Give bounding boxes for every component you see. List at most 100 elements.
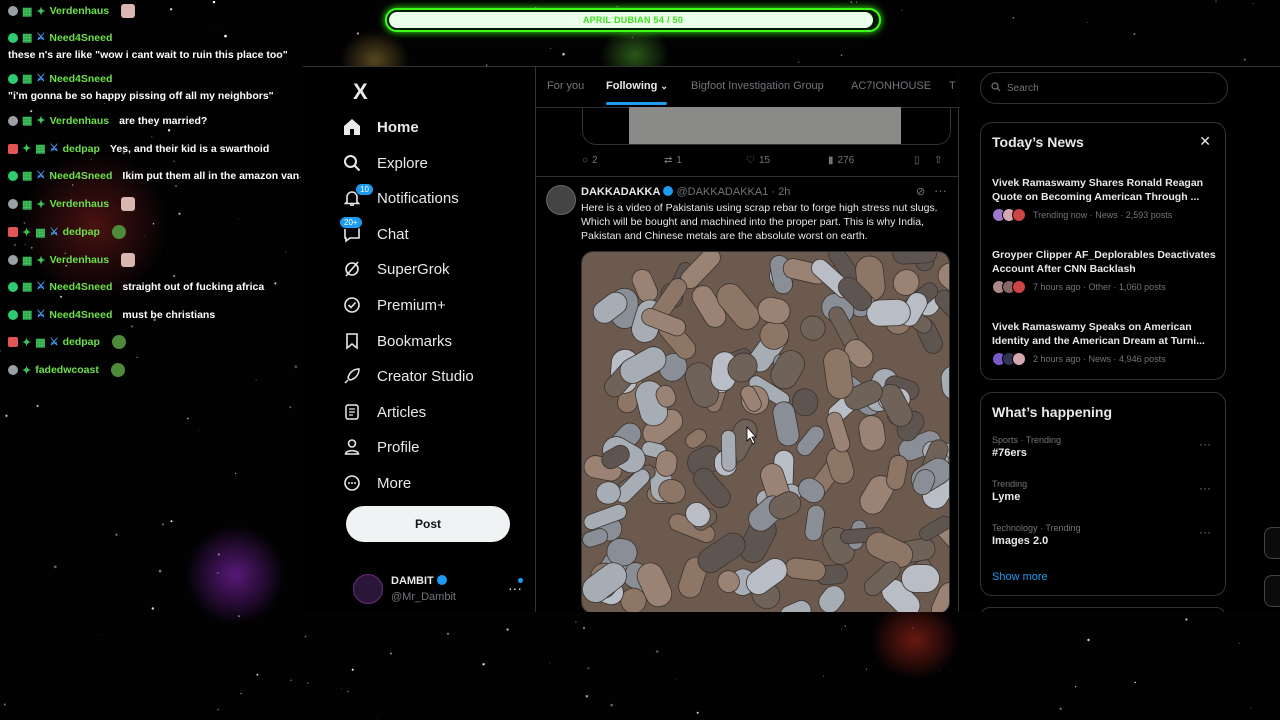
show-more-link[interactable]: Show more: [992, 571, 1048, 583]
account-switcher[interactable]: DAMBIT @Mr_Dambit ···: [353, 570, 533, 610]
tab-actionhouse[interactable]: AC7IONHOUSE: [851, 80, 931, 92]
sparkle-badge-icon: ✦: [22, 336, 32, 349]
trend-more-icon[interactable]: ···: [1199, 525, 1211, 539]
previous-tweet-media[interactable]: [582, 107, 951, 145]
star: [446, 632, 450, 635]
x-logo[interactable]: X: [353, 79, 368, 105]
star: [1087, 638, 1090, 642]
nav-explore[interactable]: Explore: [343, 147, 428, 179]
like-button[interactable]: ♡ 15: [746, 152, 828, 168]
emote-badge-icon: ▦: [22, 73, 33, 85]
chat-message-header: ✦ ▦ ⚔ dedpap: [8, 142, 100, 155]
trend-item[interactable]: Trending Lyme ···: [992, 479, 1217, 503]
nav-articles[interactable]: Articles: [343, 396, 426, 428]
avatar-stack: [992, 352, 1026, 366]
tweet-author-name[interactable]: DAKKADAKKA: [581, 186, 660, 198]
nav-profile[interactable]: Profile: [343, 431, 420, 463]
trend-category: Sports · Trending: [992, 435, 1062, 445]
stream-chat: ▦ ✦ Verdenhaus ▦ ⚔ Need4Sneed these n's are li…: [0, 0, 300, 400]
nav-label: Home: [377, 118, 419, 136]
subscriber-badge-icon: [8, 309, 18, 320]
emote-badge-icon: ▦: [35, 143, 46, 155]
face-emote-icon: [121, 4, 136, 18]
home-icon: [343, 118, 377, 136]
chat-message-header: ✦ ▦ ⚔ dedpap: [8, 226, 100, 239]
grok-floating-icon[interactable]: [1264, 527, 1280, 559]
rocket-icon: [343, 367, 377, 385]
sword-badge-icon: ⚔: [36, 73, 46, 84]
nav-more[interactable]: More: [343, 467, 411, 499]
chat-username: Need4Sneed: [49, 31, 113, 44]
close-icon[interactable]: ✕: [1199, 133, 1211, 150]
chevron-down-icon: ⌄: [660, 81, 668, 91]
emote-badge-icon: ▦: [22, 32, 33, 44]
star: [1250, 707, 1252, 709]
nav-notifications[interactable]: 10 Notifications: [343, 182, 459, 214]
chat-username: Need4Sneed: [49, 169, 113, 182]
chat-username: Verdenhaus: [49, 114, 110, 127]
reply-button[interactable]: ○ 2: [582, 152, 664, 168]
star: [234, 472, 236, 474]
search-input[interactable]: Search: [980, 72, 1228, 104]
tweet-video[interactable]: [581, 251, 950, 612]
emote-badge-icon: ▦: [22, 198, 33, 211]
nav-chat[interactable]: 20+ Chat: [339, 216, 409, 250]
news-item[interactable]: Vivek Ramaswamy Speaks on American Ident…: [992, 320, 1217, 366]
nav-label: Explore: [377, 154, 428, 172]
nav-bookmarks[interactable]: Bookmarks: [343, 325, 452, 357]
messages-floating-icon[interactable]: [1264, 575, 1280, 607]
bell-icon: 10: [343, 183, 377, 207]
sparkle-badge-icon: ✦: [22, 226, 32, 239]
trend-item[interactable]: Sports · Trending #76ers ···: [992, 435, 1217, 459]
account-name: DAMBIT: [391, 575, 447, 587]
share-button[interactable]: ⇧: [934, 152, 942, 168]
nav-home[interactable]: Home: [343, 111, 419, 143]
chat-text: these n's are like "wow i cant wait to r…: [8, 48, 288, 61]
trend-more-icon[interactable]: ···: [1199, 437, 1211, 451]
sword-badge-icon: ⚔: [36, 32, 46, 43]
sparkle-badge-icon: ✦: [36, 254, 46, 267]
chat-icon: 20+: [339, 216, 377, 243]
chat-text: straight out of fucking africa: [122, 280, 265, 293]
chat-username: dedpap: [62, 226, 100, 238]
star: [1185, 618, 1188, 621]
emote-badge-icon: ▦: [22, 309, 33, 321]
star: [304, 635, 307, 638]
chat-message: ✦ ▦ ⚔ dedpap: [8, 225, 126, 239]
views-button[interactable]: ▮ 276: [828, 152, 914, 168]
tab-truncated[interactable]: T: [949, 80, 956, 92]
tweet-time[interactable]: · 2h: [771, 186, 790, 198]
trend-item[interactable]: Technology · Trending Images 2.0 ···: [992, 523, 1217, 547]
sword-badge-icon: ⚔: [49, 336, 59, 348]
tweet-more-icon[interactable]: ···: [934, 183, 947, 198]
nav-creator-studio[interactable]: Creator Studio: [343, 360, 474, 392]
nav-supergrok[interactable]: SuperGrok: [343, 253, 450, 285]
star: [482, 663, 485, 666]
nav-premium[interactable]: Premium+: [343, 289, 446, 321]
bookmark-button[interactable]: ▯: [914, 152, 934, 168]
repost-button[interactable]: ⇄ 1: [664, 152, 746, 168]
news-item[interactable]: Groyper Clipper AF_Deplorables Deactivat…: [992, 248, 1217, 294]
emote-badge-icon: ▦: [22, 170, 33, 182]
avatar[interactable]: [546, 185, 576, 215]
trend-more-icon[interactable]: ···: [1199, 481, 1211, 495]
news-item[interactable]: Vivek Ramaswamy Shares Ronald Reagan Quo…: [992, 176, 1217, 222]
star: [583, 627, 585, 630]
star: [1059, 707, 1062, 710]
chat-username: Verdenhaus: [49, 5, 110, 17]
rebar-slug: [901, 564, 940, 593]
tab-following[interactable]: Following ⌄: [606, 80, 668, 92]
news-meta: 7 hours ago · Other · 1,060 posts: [992, 280, 1217, 294]
frog-emote-icon: [111, 225, 126, 239]
tweet-author-handle[interactable]: @DAKKADAKKA1: [676, 186, 768, 198]
frog-emote-icon: [111, 335, 126, 349]
star: [290, 679, 292, 681]
whats-happening-card: What’s happening Sports · Trending #76er…: [980, 392, 1226, 596]
grok-icon[interactable]: ⊘: [916, 185, 925, 198]
emote-badge-icon: ▦: [35, 336, 46, 349]
post-button[interactable]: Post: [346, 506, 510, 542]
tab-bigfoot[interactable]: Bigfoot Investigation Group: [691, 80, 824, 92]
tab-for-you[interactable]: For you: [547, 80, 584, 92]
premium-icon: [343, 296, 377, 314]
star: [549, 662, 551, 664]
